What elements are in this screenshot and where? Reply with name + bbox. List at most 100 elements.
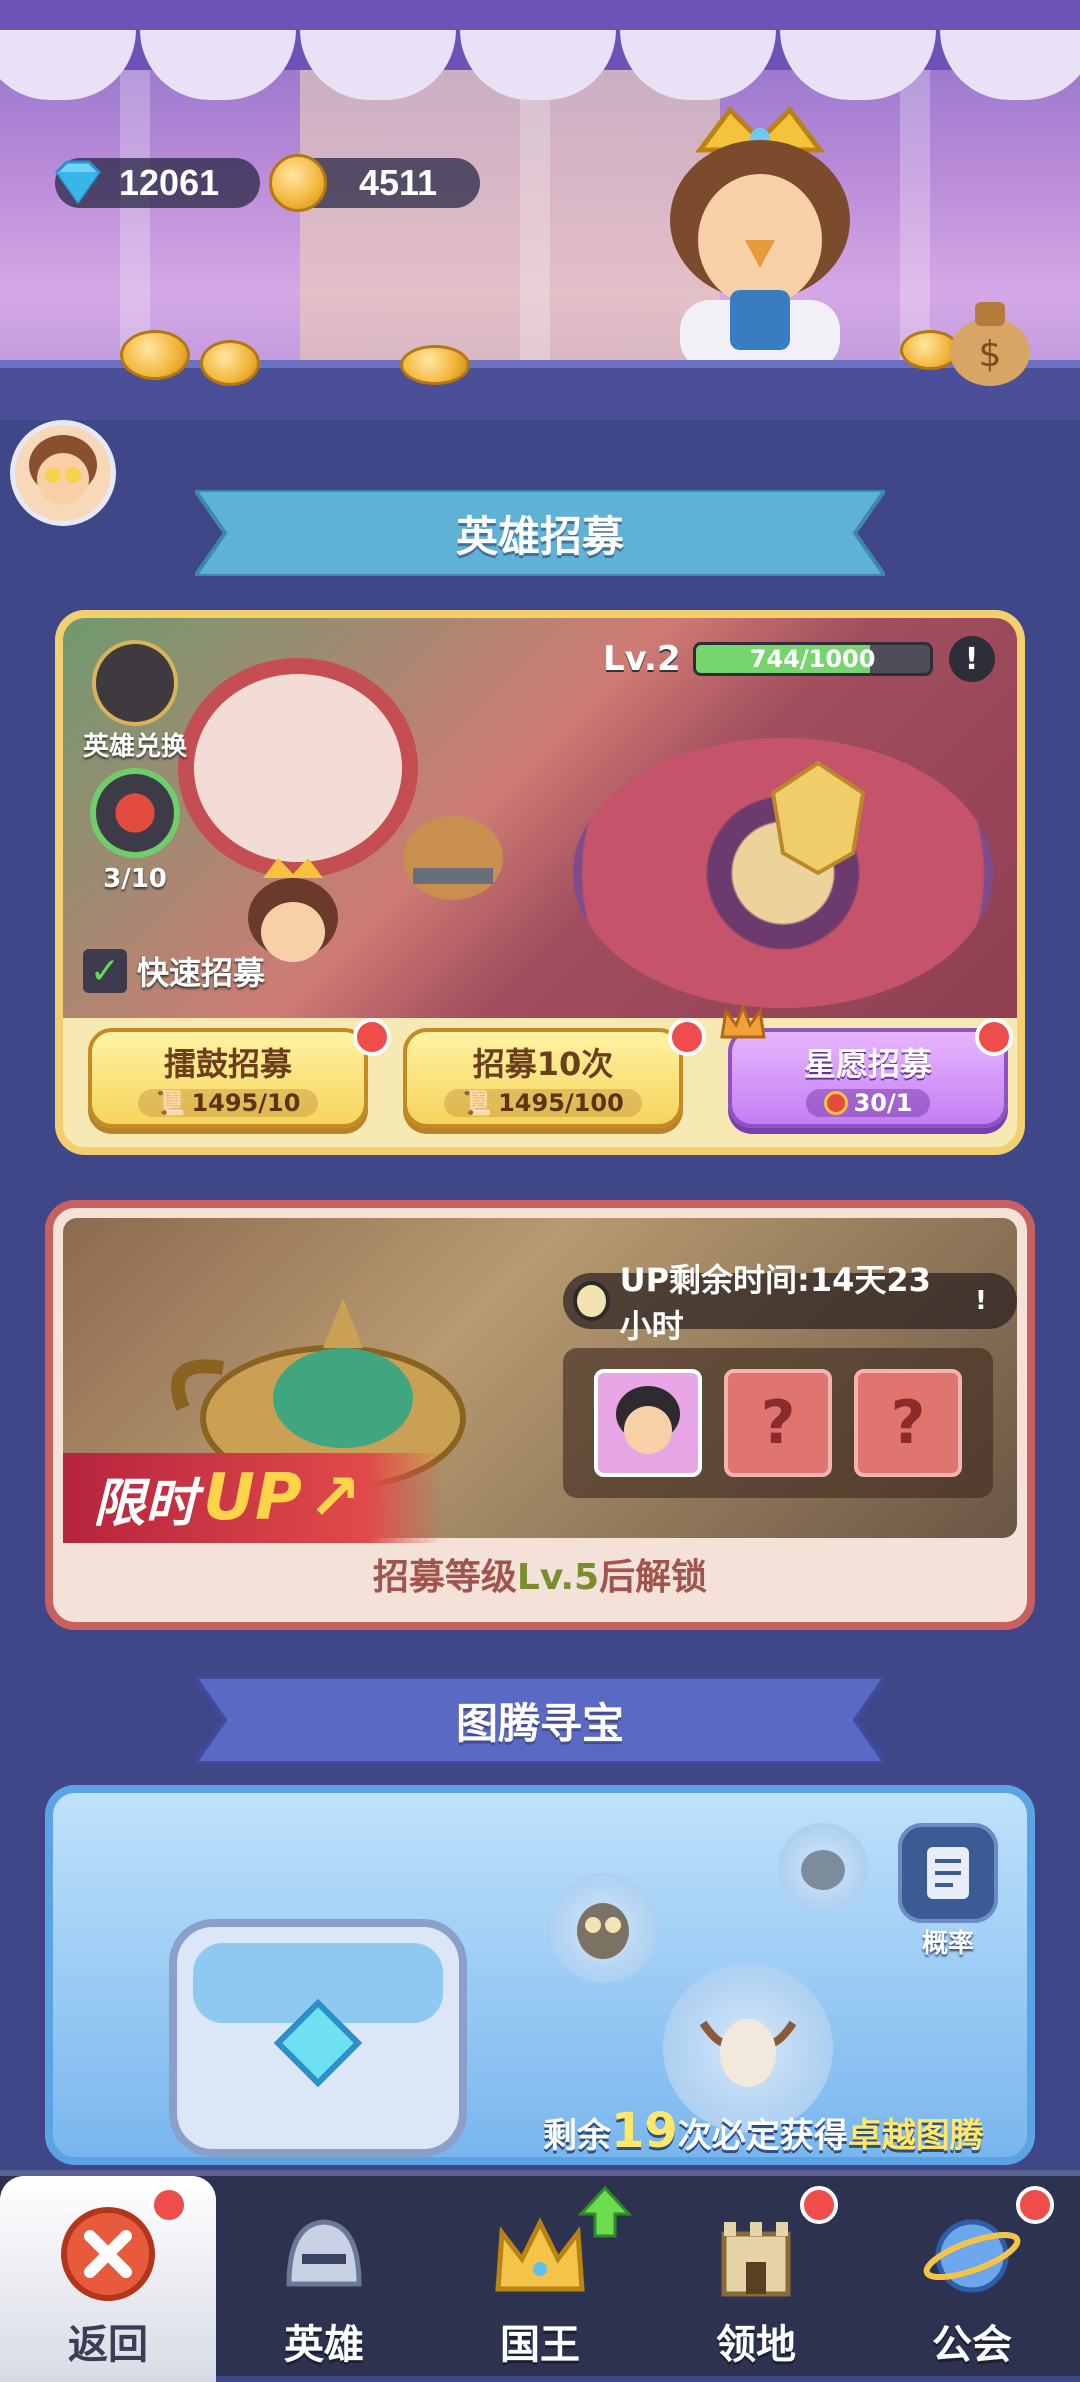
treasure-chest-icon[interactable]	[153, 1883, 483, 2163]
crown-icon	[720, 1003, 766, 1039]
cost-text: 30/1	[853, 1089, 913, 1117]
cost-pill: 📜 1495/100	[444, 1089, 642, 1117]
section-title: 图腾寻宝	[455, 1698, 624, 1748]
limited-up-tag: 限时 UP ↗	[63, 1453, 443, 1543]
castle-icon	[701, 2204, 811, 2304]
pity-counter-text: 剩余19次必定获得卓越图腾	[543, 2103, 984, 2159]
gold-coin-icon	[200, 340, 260, 386]
diamond-icon	[55, 160, 101, 205]
planet-icon	[917, 2204, 1027, 2304]
star-coin-icon	[90, 768, 180, 858]
nav-label: 返回	[68, 2322, 148, 2368]
hero-portrait-icon	[616, 1386, 680, 1454]
upgrade-arrow-icon	[577, 2185, 633, 2238]
button-label: 星愿招募	[803, 1045, 932, 1083]
clock-icon	[573, 1281, 610, 1321]
tag-prefix: 限时	[93, 1473, 198, 1534]
up-timer-text: UP剩余时间:14天23小时	[619, 1261, 931, 1345]
recruit-panel: Lv.2 744/1000 ! 英雄兑换 3/10 ✓ 快速招募 擂鼓招募 📜 1…	[55, 610, 1025, 1155]
svg-text:$: $	[979, 334, 1002, 375]
gold-coin-icon	[400, 345, 470, 385]
unlock-suffix: 后解锁	[599, 1557, 708, 1598]
nav-territory[interactable]: 领地	[648, 2176, 864, 2382]
stage-pillar	[120, 60, 150, 360]
level-progress-text: 744/1000	[749, 645, 876, 673]
player-avatar[interactable]	[10, 420, 116, 526]
up-timer: UP剩余时间:14天23小时 !	[563, 1261, 1017, 1345]
up-hero-slot[interactable]	[594, 1369, 702, 1477]
totem-treasure-panel[interactable]: 概率 剩余19次必定获得卓越图腾	[45, 1785, 1035, 2165]
quick-recruit-label: 快速招募	[137, 954, 266, 992]
recruit-level: Lv.2	[603, 639, 681, 679]
hero-exchange-button[interactable]: 英雄兑换	[75, 640, 195, 763]
gold-coin-icon	[269, 154, 327, 212]
checkbox-checked-icon[interactable]: ✓	[83, 949, 127, 993]
bottom-nav: 返回 英雄 国王 领地 公会	[0, 2170, 1080, 2382]
mystery-hero-slot[interactable]: ?	[854, 1369, 962, 1477]
probability-button[interactable]: 概率	[898, 1823, 998, 1960]
totem-treasure-banner: 图腾寻宝	[135, 1677, 945, 1763]
gem-amount: 12061	[119, 162, 220, 203]
draw-counter: 3/10	[75, 768, 195, 894]
unlock-requirement: 招募等级Lv.5后解锁	[53, 1548, 1027, 1600]
nav-back[interactable]: 返回	[0, 2176, 216, 2382]
nav-label: 领地	[716, 2322, 796, 2368]
cost-pill: 30/1	[805, 1089, 931, 1117]
hero-recruit-banner: 英雄招募	[135, 490, 945, 576]
nav-label: 公会	[932, 2322, 1012, 2368]
star-coin-icon	[823, 1091, 848, 1115]
cost-pill: 📜 1495/10	[137, 1089, 319, 1117]
remain-prefix: 剩余	[543, 2116, 611, 2156]
cost-text: 1495/10	[191, 1089, 301, 1117]
close-icon	[53, 2204, 163, 2304]
money-bag-icon: $	[950, 302, 1030, 386]
war-drum[interactable]	[178, 658, 418, 878]
raccoon-character	[403, 816, 503, 900]
helmet-exchange-icon	[92, 640, 178, 726]
nav-heroes[interactable]: 英雄	[216, 2176, 432, 2382]
button-label: 擂鼓招募	[163, 1045, 292, 1083]
draw-counter-text: 3/10	[103, 864, 167, 894]
curtain-scallop	[0, 30, 136, 100]
cost-text: 1495/100	[498, 1089, 624, 1117]
nav-king[interactable]: 国王	[432, 2176, 648, 2382]
gold-counter: 4511	[269, 154, 480, 212]
nav-guild[interactable]: 公会	[864, 2176, 1080, 2382]
notification-dot	[800, 2186, 838, 2224]
up-info-button[interactable]: !	[965, 1283, 997, 1319]
remain-highlight: 卓越图腾	[847, 2116, 984, 2156]
curtain-scallop	[140, 30, 296, 100]
document-icon	[898, 1823, 998, 1923]
quick-recruit-toggle[interactable]: ✓ 快速招募	[83, 948, 265, 994]
gem-counter: 12061	[55, 158, 260, 208]
gold-amount: 4511	[359, 162, 438, 203]
star-wish-recruit-button[interactable]: 星愿招募 30/1	[728, 1028, 1008, 1128]
up-scene: UP剩余时间:14天23小时 ! ? ? 限时 UP ↗	[63, 1218, 1017, 1543]
up-hero-slots: ? ?	[563, 1348, 993, 1498]
unlock-prefix: 招募等级	[372, 1557, 517, 1598]
section-title: 英雄招募	[455, 511, 624, 561]
remain-count: 19	[611, 2103, 678, 2159]
nav-label: 国王	[500, 2322, 580, 2368]
gold-coin-icon	[120, 330, 190, 380]
notification-dot	[353, 1018, 391, 1056]
notification-dot	[150, 2186, 188, 2224]
recruit-info-button[interactable]: !	[948, 636, 995, 682]
recruit-10x-button[interactable]: 招募10次 📜 1495/100	[403, 1028, 683, 1128]
unlock-level: Lv.5	[516, 1557, 600, 1598]
limited-up-panel[interactable]: UP剩余时间:14天23小时 ! ? ? 限时 UP ↗ 招募等级Lv.5后解锁	[45, 1200, 1035, 1630]
bear-totem-icon	[778, 1823, 868, 1913]
remain-middle: 次必定获得	[677, 2116, 848, 2156]
curtain-scallop	[940, 30, 1080, 100]
tag-main: UP	[203, 1461, 302, 1535]
up-arrow-icon: ↗	[307, 1461, 362, 1535]
owl-totem-icon	[548, 1873, 658, 1983]
nav-label: 英雄	[284, 2322, 364, 2368]
throne-stage: $	[0, 0, 1080, 420]
notification-dot	[975, 1018, 1013, 1056]
drum-recruit-button[interactable]: 擂鼓招募 📜 1495/10	[88, 1028, 368, 1128]
mystery-hero-slot[interactable]: ?	[724, 1369, 832, 1477]
button-label: 招募10次	[472, 1045, 614, 1083]
scroll-icon: 📜	[462, 1089, 493, 1117]
helmet-icon	[269, 2204, 379, 2304]
